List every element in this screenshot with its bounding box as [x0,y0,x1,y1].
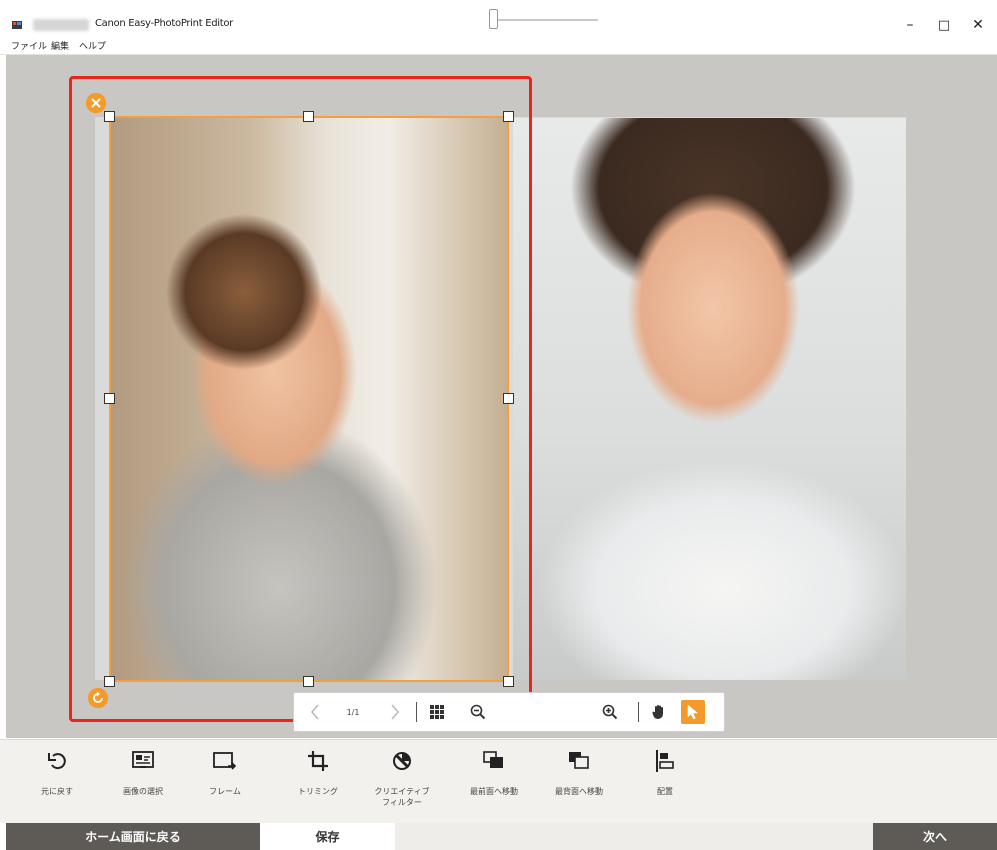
minimize-button[interactable]: – [898,14,922,36]
align-label: 配置 [657,787,673,796]
bring-to-front-icon [483,751,503,768]
resize-handle-bottom-left[interactable] [104,676,115,687]
blurred-username [33,19,89,31]
send-to-back-label: 最背面へ移動 [555,787,603,796]
zoom-slider-track[interactable] [494,19,598,21]
frame-label: フレーム [209,787,241,796]
next-page-button[interactable] [382,693,408,731]
resize-handle-bottom[interactable] [303,676,314,687]
save-button[interactable]: 保存 [260,823,395,850]
menu-help[interactable]: ヘルプ [79,39,106,52]
zoom-out-button[interactable] [466,693,490,731]
toolbar-divider [416,702,417,722]
menu-bar: ファイル 編集 ヘルプ [0,36,997,55]
app-icon [12,21,22,29]
close-circle-icon [86,93,106,113]
footer-bar: ホーム画面に戻る 保存 次へ [0,823,997,850]
title-bar: Canon Easy-PhotoPrint Editor – □ ✕ [0,0,997,36]
grid-icon [430,705,444,719]
delete-item-button[interactable] [86,93,106,113]
menu-edit[interactable]: 編集 [51,39,69,52]
chevron-left-icon [310,704,319,720]
edit-tools-panel: 元に戻す 画像の選択 フレーム トリミング クリエイティブ フィルター 最前面へ… [0,739,997,824]
undo-tool[interactable]: 元に戻す [17,748,97,797]
baby-smiling-photo[interactable] [513,118,906,680]
send-to-back-tool[interactable]: 最背面へ移動 [539,748,619,797]
hand-tool-button[interactable] [646,693,672,731]
resize-handle-bottom-right[interactable] [503,676,514,687]
creative-filter-tool[interactable]: クリエイティブ フィルター [362,748,442,808]
rotate-item-button[interactable] [88,688,108,708]
zoom-slider-thumb[interactable] [489,9,498,29]
crop-icon [308,751,328,771]
zoom-in-button[interactable] [598,693,622,731]
footer-spacer [395,823,873,850]
close-button[interactable]: ✕ [966,14,990,36]
pointer-icon [687,704,699,720]
next-button[interactable]: 次へ [873,823,997,850]
resize-handle-left[interactable] [104,393,115,404]
rotate-icon [88,688,108,708]
frame-tool[interactable]: フレーム [185,748,265,797]
zoom-in-icon [602,704,618,720]
hand-icon [652,705,663,719]
prev-page-button[interactable] [302,693,328,731]
creative-filter-icon [393,752,411,770]
align-tool[interactable]: 配置 [625,748,705,797]
undo-icon [48,753,66,770]
undo-label: 元に戻す [41,787,73,796]
menu-file[interactable]: ファイル [11,39,47,52]
resize-handle-right[interactable] [503,393,514,404]
select-image-label: 画像の選択 [123,787,163,796]
zoom-out-icon [470,704,486,720]
grid-view-button[interactable] [424,693,450,731]
toolbar-divider [638,702,639,722]
bring-to-front-label: 最前面へ移動 [470,787,518,796]
pointer-tool-button[interactable] [681,700,705,724]
selected-item-frame [69,76,532,722]
resize-handle-top-right[interactable] [503,111,514,122]
frame-icon [213,752,237,770]
crop-label: トリミング [298,787,338,796]
resize-handle-top[interactable] [303,111,314,122]
chevron-right-icon [391,704,400,720]
select-image-tool[interactable]: 画像の選択 [103,748,183,797]
send-to-back-icon [569,752,589,769]
align-icon [656,750,674,772]
back-to-home-button[interactable]: ホーム画面に戻る [6,823,260,850]
floating-toolbar: 1/1 [293,692,725,732]
select-image-icon [132,751,154,768]
crop-tool[interactable]: トリミング [278,748,358,797]
window-title: Canon Easy-PhotoPrint Editor [95,18,233,29]
page-indicator: 1/1 [346,707,360,717]
maximize-button[interactable]: □ [932,14,956,36]
creative-filter-label: クリエイティブ フィルター [374,787,430,807]
bring-to-front-tool[interactable]: 最前面へ移動 [454,748,534,797]
